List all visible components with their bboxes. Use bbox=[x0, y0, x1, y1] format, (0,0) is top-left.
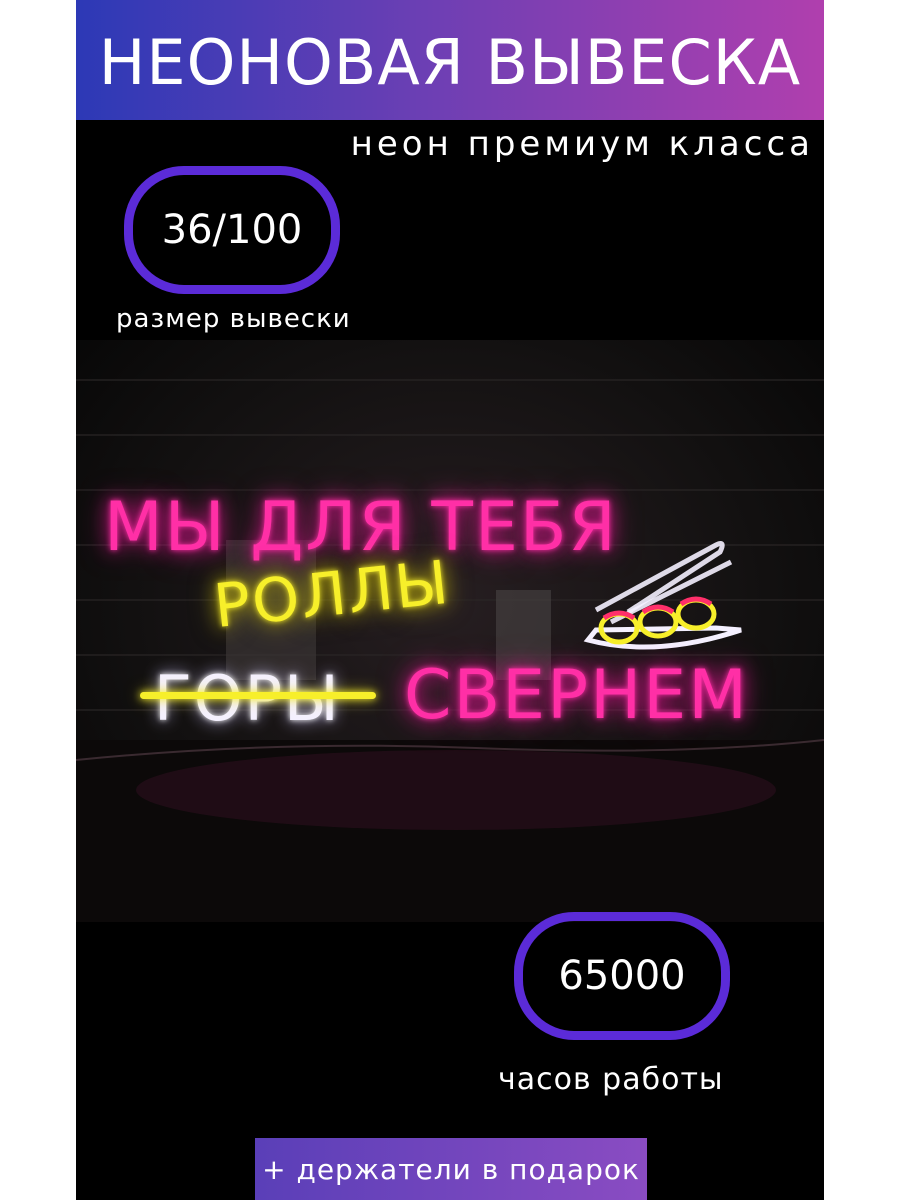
neon-sign-photo: МЫ ДЛЯ ТЕБЯ РОЛЛЫ ГОРЫ СВЕРНЕМ bbox=[76, 340, 824, 922]
page-title: НЕОНОВАЯ ВЫВЕСКА bbox=[98, 26, 802, 99]
promo-text: + держатели в подарок bbox=[262, 1152, 640, 1186]
photo-backdrop bbox=[76, 379, 824, 922]
hours-badge: 65000 bbox=[514, 912, 730, 1040]
promo-badge: + держатели в подарок bbox=[255, 1138, 647, 1200]
hours-caption: часов работы bbox=[498, 1062, 724, 1097]
strikethrough-line bbox=[140, 692, 376, 699]
sign-line-1: МЫ ДЛЯ ТЕБЯ bbox=[104, 488, 618, 567]
size-caption: размер вывески bbox=[116, 304, 351, 334]
hours-value: 65000 bbox=[558, 953, 686, 999]
page-subtitle: неон премиум класса bbox=[350, 124, 814, 164]
size-value: 36/100 bbox=[161, 207, 303, 253]
size-badge: 36/100 bbox=[124, 166, 340, 294]
sign-line-3: СВЕРНЕМ bbox=[404, 656, 749, 735]
